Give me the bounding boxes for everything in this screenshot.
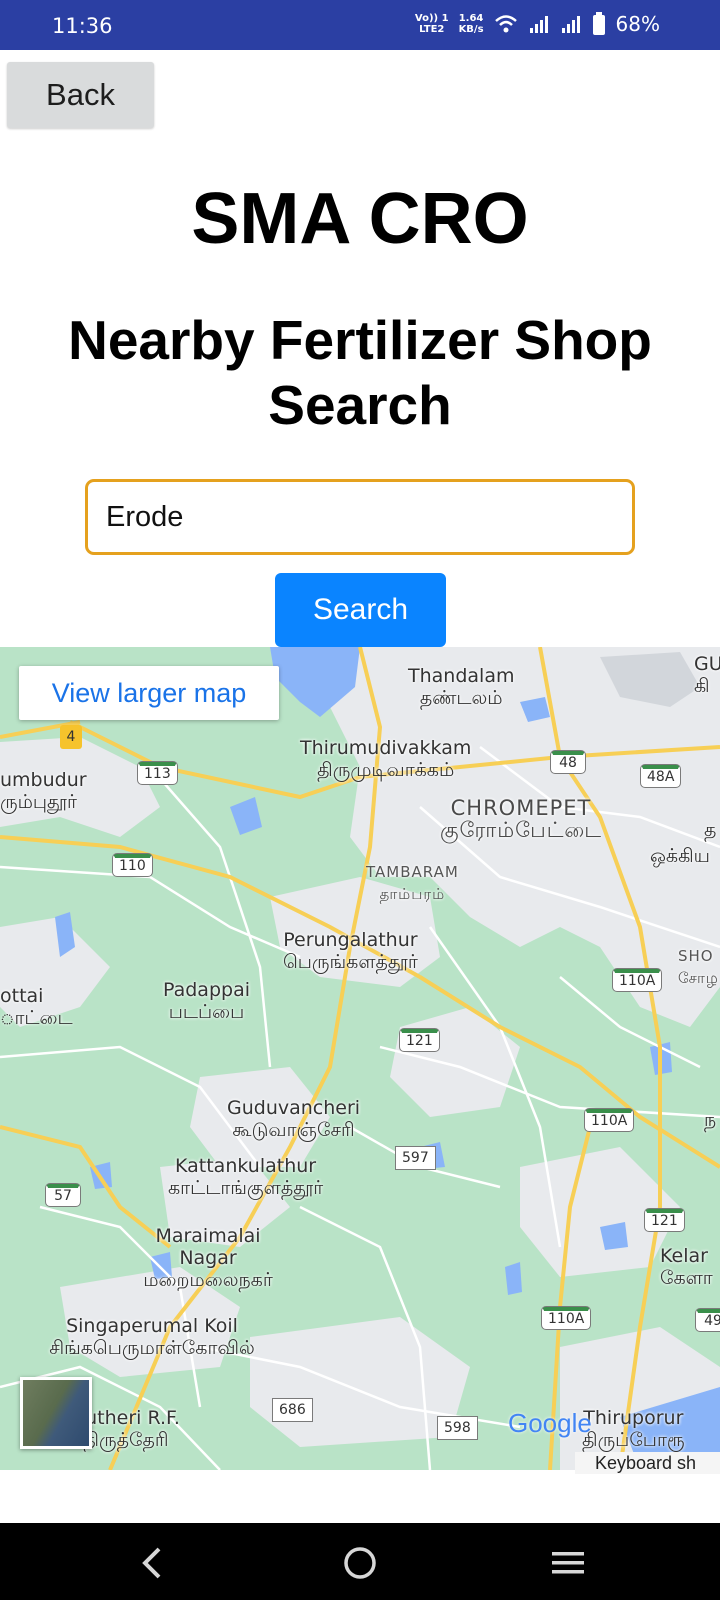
road-shield: 48 [551,751,585,773]
place-label: த [704,819,717,841]
network-speed: 1.64 KB/s [459,13,484,35]
location-search-input[interactable] [85,479,635,555]
place-label: GU கி [694,653,720,697]
road-shield: 110 [113,854,152,876]
network-label-top: Vo)) 1 [414,13,449,24]
navigation-bar [0,1523,720,1600]
wifi-icon [494,15,517,33]
google-logo: Google [508,1408,592,1439]
speed-value: 1.64 [458,13,484,24]
app-title: SMA CRO [191,179,529,259]
place-label: TAMBARAM தாம்பரம் [366,863,459,903]
circle-home-icon [344,1547,376,1579]
place-label: Kattankulathur காட்டாங்குளத்தூர் [168,1155,324,1199]
road-shield: 110A [585,1109,634,1131]
map-embed[interactable]: Thandalam தண்டலம் Thirumudivakkam திருமுடி… [0,647,720,1470]
place-label: Thirumudivakkam திருமுடிவாக்கம் [300,737,472,781]
road-shield: 110A [542,1307,591,1329]
road-shield: 121 [645,1209,684,1231]
place-label: Kelar கேளா [660,1245,713,1289]
place-label: ந [704,1109,717,1131]
back-button[interactable]: Back [7,62,154,128]
keyboard-shortcuts-link[interactable]: Keyboard sh [575,1452,720,1474]
place-label: Thiruporur திருப்போரூ [582,1407,685,1451]
battery-icon [592,12,605,35]
place-label: ஒக்கிய [650,845,710,867]
nav-recents-button[interactable] [546,1541,590,1585]
place-label: Padappai படப்பை [163,979,250,1023]
page-title: Nearby Fertilizer Shop Search [68,309,652,436]
road-shield: 121 [400,1029,439,1051]
place-label: SHO சோழ [678,947,719,987]
network-label-bottom: LTE2 [419,24,445,35]
road-shield: 110A [613,969,662,991]
status-icons: Vo)) 1 LTE2 1.64 KB/s 68% [415,12,660,36]
google-logo-text: Google [508,1408,592,1438]
view-larger-map-link[interactable]: View larger map [19,666,279,720]
signal-icon [529,16,548,33]
menu-lines-icon [552,1552,584,1574]
road-shield: 48A [641,765,681,787]
road-shield: 597 [396,1147,435,1169]
place-label: Maraimalai Nagar மறைமலைநகர் [143,1225,273,1291]
status-bar: 11:36 Vo)) 1 LTE2 1.64 KB/s 68% [0,0,720,50]
place-label: Guduvancheri கூடுவாஞ்சேரி [227,1097,361,1141]
network-type: Vo)) 1 LTE2 [415,13,449,35]
place-label: Thandalam தண்டலம் [408,665,515,709]
status-time: 11:36 [52,14,113,38]
chevron-left-icon [142,1547,161,1579]
road-shield: 4 [60,725,82,749]
battery-percent: 68% [615,12,660,36]
place-label: Perungalathur பெருங்களத்தூர் [283,929,418,973]
nav-home-button[interactable] [338,1541,382,1585]
place-label: CHROMEPET குரோம்பேட்டை [440,796,603,842]
place-label: umbudur ரும்புதூர் [0,769,87,813]
road-shield: 57 [46,1184,80,1206]
search-button[interactable]: Search [275,573,446,647]
nav-back-button[interactable] [130,1541,174,1585]
place-label: Singaperumal Koil சிங்கபெருமாள்கோவில் [49,1315,255,1359]
road-shield: 598 [438,1417,477,1439]
road-shield: 686 [273,1399,312,1421]
speed-unit: KB/s [458,24,484,35]
signal-icon-2 [561,16,580,33]
road-shield: 49 [696,1309,720,1331]
satellite-layer-toggle[interactable] [20,1377,92,1449]
road-shield: 113 [138,762,177,784]
place-label: ottaiாட்டை [0,985,73,1029]
